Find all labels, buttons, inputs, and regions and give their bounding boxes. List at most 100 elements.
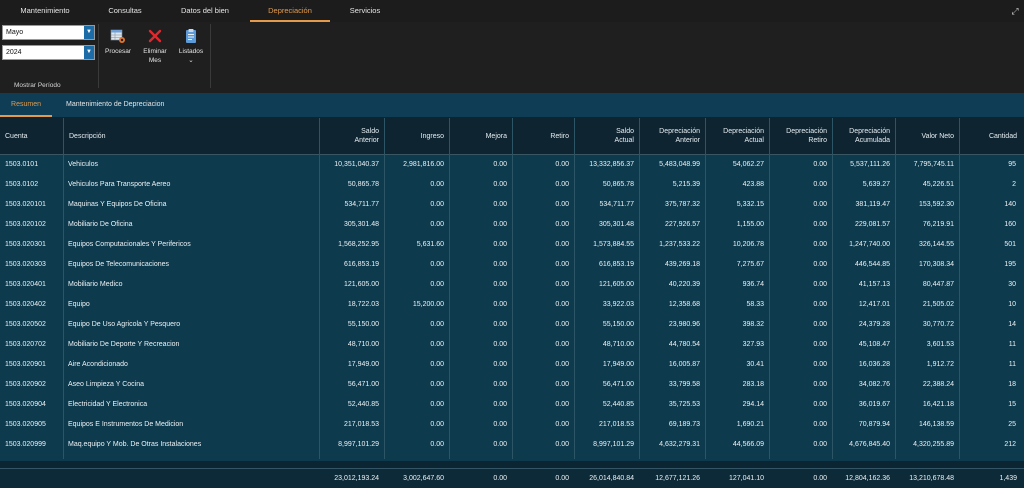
- cell-ingreso: 0.00: [430, 381, 444, 388]
- column-header-ingreso[interactable]: Ingreso: [384, 118, 449, 154]
- cell-depreciacion-anterior: 69,189.73: [668, 421, 700, 428]
- column-header-saldo-actual[interactable]: Saldo Actual: [574, 118, 639, 154]
- grid-spacer: [0, 461, 1024, 468]
- tab-servicios[interactable]: Servicios: [330, 0, 400, 22]
- cell-depreciacion-anterior: 33,799.58: [668, 381, 700, 388]
- cell-depreciacion-retiro: 0.00: [813, 381, 827, 388]
- cell-valor-neto: 76,219.91: [922, 221, 954, 228]
- chevron-down-icon[interactable]: ▼: [84, 46, 94, 59]
- header-line: Depreciación: [786, 128, 827, 135]
- cell-depreciacion-acumulada: 5,537,111.26: [850, 161, 890, 168]
- chevron-down-icon[interactable]: ▼: [84, 26, 94, 39]
- cell-depreciacion-anterior: 16,005.87: [668, 361, 700, 368]
- total-retiro: 0.00: [555, 475, 569, 482]
- cell-descripcion: Equipos Computacionales Y Perifericos: [68, 241, 191, 248]
- column-header-descripcion[interactable]: Descripción: [63, 118, 319, 154]
- cell-depreciacion-retiro: 0.00: [813, 241, 827, 248]
- cell-depreciacion-actual: 7,275.67: [736, 261, 764, 268]
- total-depreciacion-actual: 127,041.10: [728, 475, 764, 482]
- column-header-saldo-anterior[interactable]: Saldo Anterior: [319, 118, 384, 154]
- cell-depreciacion-actual: 294.14: [742, 401, 764, 408]
- column-header-cantidad[interactable]: Cantidad: [959, 118, 1022, 154]
- tab-mantenimiento-depreciacion[interactable]: Mantenimiento de Depreciacion: [66, 93, 196, 117]
- cell-depreciacion-acumulada: 70,879.94: [858, 421, 890, 428]
- header-line: Ingreso: [420, 132, 444, 140]
- expand-icon[interactable]: ⤢: [1006, 0, 1024, 22]
- tab-mantenimiento[interactable]: Mantenimiento: [0, 0, 90, 22]
- cell-ingreso: 5,631.60: [416, 241, 444, 248]
- cell-depreciacion-actual: 423.88: [742, 181, 764, 188]
- cell-mejora: 0.00: [493, 381, 507, 388]
- column-header-depreciacion-acumulada[interactable]: Depreciación Acumulada: [832, 118, 895, 154]
- cell-descripcion: Aseo Limpieza Y Cocina: [68, 381, 145, 388]
- cell-valor-neto: 153,592.30: [918, 201, 954, 208]
- header-line: Saldo: [361, 128, 379, 135]
- cell-saldo-actual: 33,922.03: [602, 301, 634, 308]
- column-header-label: Valor Neto: [921, 132, 954, 141]
- cell-descripcion: Maquinas Y Equipos De Oficina: [68, 201, 167, 208]
- month-value: Mayo: [6, 29, 24, 36]
- cell-cuenta: 1503.0102: [5, 181, 39, 188]
- cell-ingreso: 2,981,816.00: [403, 161, 444, 168]
- tab-label: Mantenimiento de Depreciacion: [66, 101, 165, 108]
- cell-saldo-actual: 13,332,856.37: [589, 161, 634, 168]
- cell-cuenta: 1503.020904: [5, 401, 46, 408]
- column-header-depreciacion-actual[interactable]: Depreciación Actual: [705, 118, 769, 154]
- cell-retiro: 0.00: [555, 341, 569, 348]
- cell-depreciacion-anterior: 4,632,279.31: [659, 441, 700, 448]
- cell-depreciacion-actual: 30.41: [746, 361, 764, 368]
- grid-divider: [449, 118, 450, 459]
- cell-mejora: 0.00: [493, 261, 507, 268]
- grid-divider: [705, 118, 706, 459]
- procesar-button[interactable]: Procesar: [100, 28, 136, 80]
- cell-depreciacion-acumulada: 229,081.57: [854, 221, 890, 228]
- cell-mejora: 0.00: [493, 181, 507, 188]
- column-header-label: Cuenta: [5, 132, 28, 141]
- cell-descripcion: Mobiliario Medico: [68, 281, 123, 288]
- header-line: Retiro: [808, 137, 827, 144]
- month-select[interactable]: Mayo ▼: [2, 25, 95, 40]
- tab-resumen[interactable]: Resumen: [0, 93, 52, 117]
- cell-mejora: 0.00: [493, 421, 507, 428]
- column-header-valor-neto[interactable]: Valor Neto: [895, 118, 959, 154]
- column-header-mejora[interactable]: Mejora: [449, 118, 512, 154]
- cell-depreciacion-acumulada: 45,108.47: [858, 341, 890, 348]
- grid-divider: [63, 118, 64, 459]
- total-saldo-anterior: 23,012,193.24: [334, 475, 379, 482]
- cell-saldo-anterior: 56,471.00: [347, 381, 379, 388]
- cell-ingreso: 15,200.00: [412, 301, 444, 308]
- cell-depreciacion-acumulada: 41,157.13: [858, 281, 890, 288]
- cell-retiro: 0.00: [555, 441, 569, 448]
- grid-divider: [319, 118, 320, 459]
- column-header-retiro[interactable]: Retiro: [512, 118, 574, 154]
- header-line: Retiro: [550, 132, 569, 140]
- header-line: Anterior: [354, 137, 379, 144]
- cell-depreciacion-actual: 10,206.78: [732, 241, 764, 248]
- cell-ingreso: 0.00: [430, 201, 444, 208]
- cell-descripcion: Aire Acondicionado: [68, 361, 128, 368]
- cell-depreciacion-anterior: 5,215.39: [672, 181, 700, 188]
- cell-valor-neto: 146,138.59: [918, 421, 954, 428]
- total-valor-neto: 13,210,678.48: [909, 475, 954, 482]
- column-header-cuenta[interactable]: Cuenta: [0, 118, 63, 154]
- listados-button[interactable]: Listados ⌄: [173, 28, 209, 80]
- tab-label: Consultas: [108, 6, 142, 15]
- cell-saldo-anterior: 55,150.00: [347, 321, 379, 328]
- grid-divider: [384, 118, 385, 459]
- header-line: Saldo: [616, 128, 634, 135]
- year-select[interactable]: 2024 ▼: [2, 45, 95, 60]
- cell-retiro: 0.00: [555, 421, 569, 428]
- column-header-label: Ingreso: [421, 132, 444, 141]
- cell-cuenta: 1503.020402: [5, 301, 46, 308]
- column-header-depreciacion-anterior[interactable]: Depreciación Anterior: [639, 118, 705, 154]
- header-line: Anterior: [675, 137, 700, 144]
- eliminar-mes-button[interactable]: Eliminar Mes: [137, 28, 173, 80]
- column-header-depreciacion-retiro[interactable]: Depreciación Retiro: [769, 118, 832, 154]
- tab-depreciacion[interactable]: Depreciación: [250, 0, 330, 22]
- column-header-label: Saldo Actual: [615, 127, 634, 145]
- column-header-label: Depreciación Anterior: [659, 127, 700, 145]
- cell-retiro: 0.00: [555, 281, 569, 288]
- cell-retiro: 0.00: [555, 221, 569, 228]
- tab-datos-del-bien[interactable]: Datos del bien: [160, 0, 250, 22]
- tab-consultas[interactable]: Consultas: [90, 0, 160, 22]
